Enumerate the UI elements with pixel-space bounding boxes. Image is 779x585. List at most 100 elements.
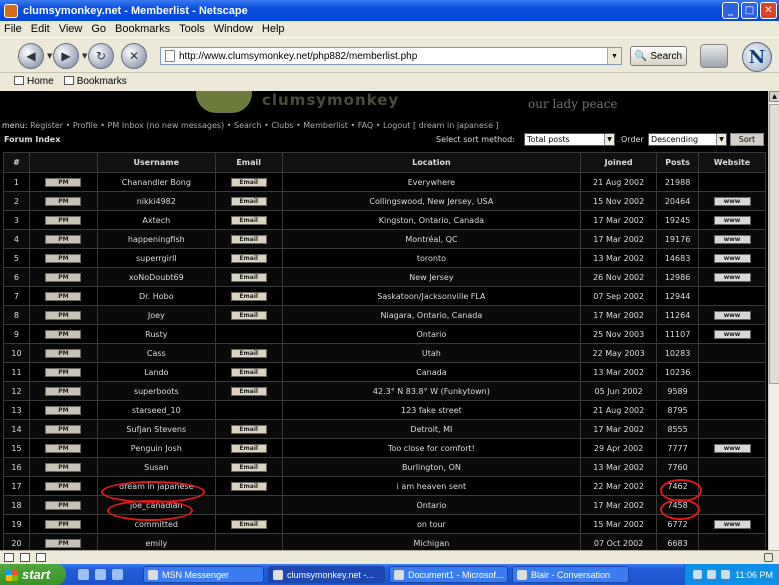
email-button[interactable]: Email <box>230 482 267 491</box>
menu-link-search[interactable]: Search <box>234 121 261 130</box>
email-button[interactable]: Email <box>230 368 267 377</box>
username-link[interactable]: xoNoDoubt69 <box>96 267 216 287</box>
forward-button[interactable]: ▶ <box>53 43 79 69</box>
minimize-button[interactable]: _ <box>722 2 739 19</box>
menu-bookmarks[interactable]: Bookmarks <box>115 23 170 35</box>
username-link[interactable]: superboots <box>96 381 216 401</box>
header-location[interactable]: Location <box>281 152 582 173</box>
username-link[interactable]: Penguin Josh <box>96 438 216 458</box>
email-button[interactable]: Email <box>230 292 267 301</box>
www-button[interactable]: www <box>713 311 751 320</box>
menu-view[interactable]: View <box>59 23 83 35</box>
header-posts[interactable]: Posts <box>656 152 700 173</box>
username-link[interactable]: starseed_10 <box>96 400 216 420</box>
sort-method-select[interactable]: Total posts ▼ <box>524 133 615 146</box>
pm-button[interactable]: PM <box>45 444 82 453</box>
pm-button[interactable]: PM <box>45 216 82 225</box>
tray-icon[interactable] <box>721 570 731 579</box>
pm-button[interactable]: PM <box>45 387 82 396</box>
email-button[interactable]: Email <box>230 216 267 225</box>
bookmarks-link[interactable]: Bookmarks <box>63 76 127 87</box>
task-word[interactable]: Document1 - Microsof... <box>389 566 508 583</box>
pm-button[interactable]: PM <box>45 463 82 472</box>
pm-button[interactable]: PM <box>45 520 82 529</box>
menu-go[interactable]: Go <box>91 23 106 35</box>
menu-help[interactable]: Help <box>262 23 285 35</box>
menu-edit[interactable]: Edit <box>31 23 50 35</box>
email-button[interactable]: Email <box>230 349 267 358</box>
username-link[interactable]: Lando <box>96 362 216 382</box>
pm-button[interactable]: PM <box>45 311 82 320</box>
start-button[interactable]: start <box>0 564 66 585</box>
search-button[interactable]: 🔍 Search <box>630 46 687 66</box>
back-history-icon[interactable]: ▼ <box>47 52 52 60</box>
pm-button[interactable]: PM <box>45 178 82 187</box>
pm-button[interactable]: PM <box>45 368 82 377</box>
email-button[interactable]: Email <box>230 425 267 434</box>
stop-button[interactable]: ✕ <box>121 43 147 69</box>
tray-icon[interactable] <box>707 570 717 579</box>
email-button[interactable]: Email <box>230 197 267 206</box>
menu-file[interactable]: File <box>4 23 22 35</box>
menu-link-profile[interactable]: Profile <box>73 121 98 130</box>
order-select[interactable]: Descending ▼ <box>648 133 727 146</box>
email-button[interactable]: Email <box>230 235 267 244</box>
menu-link-register[interactable]: Register <box>30 121 63 130</box>
scroll-thumb[interactable] <box>769 104 779 384</box>
header-username[interactable]: Username <box>96 152 216 173</box>
addressbook-icon[interactable] <box>36 553 46 562</box>
back-button[interactable]: ◀ <box>18 43 44 69</box>
menu-tools[interactable]: Tools <box>179 23 205 35</box>
www-button[interactable]: www <box>713 444 751 453</box>
print-icon[interactable] <box>700 44 728 68</box>
www-button[interactable]: www <box>713 216 751 225</box>
netscape-logo[interactable]: N <box>742 42 772 72</box>
mail-icon[interactable] <box>4 553 14 562</box>
username-link[interactable]: Joey <box>96 305 216 325</box>
tray-icon[interactable] <box>693 570 703 579</box>
menu-link-pm-inbox[interactable]: PM Inbox (no new messages) <box>108 121 225 130</box>
vertical-scrollbar[interactable]: ▲ <box>768 91 779 550</box>
username-link[interactable]: Rusty <box>96 324 216 344</box>
pm-button[interactable]: PM <box>45 539 82 548</box>
email-button[interactable]: Email <box>230 520 267 529</box>
pm-button[interactable]: PM <box>45 330 82 339</box>
pm-button[interactable]: PM <box>45 235 82 244</box>
forum-index-link[interactable]: Forum Index <box>4 135 60 144</box>
www-button[interactable]: www <box>713 330 751 339</box>
username-link[interactable]: committed <box>96 514 216 534</box>
username-link[interactable]: Cass <box>96 343 216 363</box>
www-button[interactable]: www <box>713 520 751 529</box>
address-bar[interactable]: http://www.clumsymonkey.net/php882/membe… <box>160 47 622 65</box>
desktop-quicklaunch-icon[interactable] <box>95 569 106 580</box>
task-netscape[interactable]: clumsymonkey.net -... <box>268 566 385 583</box>
sort-button[interactable]: Sort <box>730 133 764 146</box>
username-link[interactable]: Susan <box>96 457 216 477</box>
email-button[interactable]: Email <box>230 254 267 263</box>
pm-button[interactable]: PM <box>45 273 82 282</box>
pm-button[interactable]: PM <box>45 406 82 415</box>
menu-link-faq[interactable]: FAQ <box>358 121 374 130</box>
username-link[interactable]: Chanandler Bong <box>96 172 216 192</box>
composer-icon[interactable] <box>20 553 30 562</box>
ie-quicklaunch-icon[interactable] <box>78 569 89 580</box>
msn-quicklaunch-icon[interactable] <box>112 569 123 580</box>
pm-button[interactable]: PM <box>45 425 82 434</box>
username-link[interactable]: Dr. Hobo <box>96 286 216 306</box>
pm-button[interactable]: PM <box>45 482 82 491</box>
www-button[interactable]: www <box>713 273 751 282</box>
username-link[interactable]: dream in japanese <box>96 476 216 496</box>
home-link[interactable]: Home <box>14 76 54 87</box>
forward-history-icon[interactable]: ▼ <box>82 52 87 60</box>
menu-link-memberlist[interactable]: Memberlist <box>303 121 348 130</box>
menu-link-clubs[interactable]: Clubs <box>271 121 293 130</box>
menu-window[interactable]: Window <box>214 23 253 35</box>
www-button[interactable]: www <box>713 235 751 244</box>
www-button[interactable]: www <box>713 254 751 263</box>
menu-link-logout[interactable]: Logout [ dream in japanese ] <box>383 121 499 130</box>
email-button[interactable]: Email <box>230 178 267 187</box>
pm-button[interactable]: PM <box>45 197 82 206</box>
username-link[interactable]: joe_canadian <box>96 495 216 515</box>
www-button[interactable]: www <box>713 197 751 206</box>
email-button[interactable]: Email <box>230 311 267 320</box>
